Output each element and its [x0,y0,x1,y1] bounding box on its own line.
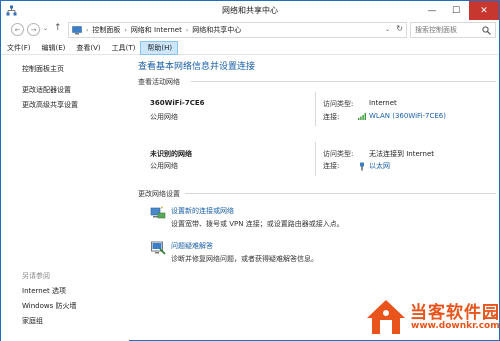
search-icon[interactable] [482,26,491,35]
forward-button[interactable]: → [27,23,40,36]
sidebar-link-control-panel-home[interactable]: 控制面板主页 [22,64,64,74]
address-dropdown-icon[interactable]: ⌄ [385,26,390,33]
wifi-signal-icon [358,112,366,120]
network-category[interactable]: 公用网络 [150,161,178,171]
up-button[interactable]: ↑ [54,23,62,33]
network-name: 360WiFi-7CE6 [150,99,205,107]
sidebar-link-internet-options[interactable]: Internet 选项 [22,286,66,296]
title-bar: 网络和共享中心 — ☐ ✕ [1,1,499,20]
breadcrumb-control-panel[interactable]: 控制面板 [92,25,120,35]
section-divider [191,81,496,82]
section-divider [185,193,496,194]
network-divider [315,142,316,176]
menu-tools[interactable]: 工具(T) [106,41,141,55]
watermark-url: www.downkr.com [411,321,500,331]
close-button[interactable]: ✕ [469,1,499,20]
access-type-label: 访问类型: [323,150,354,158]
see-also-heading: 另请参阅 [22,272,50,280]
breadcrumb-sharing-center[interactable]: 网络和共享中心 [192,25,241,35]
setup-connection-description: 设置宽带、拨号或 VPN 连接；或设置路由器或接入点。 [171,220,344,228]
search-input[interactable] [415,26,481,34]
setup-connection-link[interactable]: 设置新的连接或网络 [171,206,234,216]
breadcrumb[interactable]: › 控制面板 › 网络和 Internet › 网络和共享中心 ⌄ ↻ [68,22,407,38]
refresh-icon[interactable]: ↻ [396,24,403,33]
ethernet-icon [360,162,364,170]
new-connection-icon[interactable] [150,205,166,221]
connection-link-wlan-label[interactable]: WLAN (360WiFi-7CE6) [369,112,446,120]
connection-link-ethernet-label[interactable]: 以太网 [369,161,390,171]
watermark: 当客软件园 www.downkr.com [361,294,500,340]
sidebar-link-windows-firewall[interactable]: Windows 防火墙 [22,301,76,311]
access-type-value: Internet [369,99,397,107]
network-name: 未识别的网络 [150,150,192,158]
network-category[interactable]: 公用网络 [150,112,178,122]
access-type-label: 访问类型: [323,100,354,108]
active-networks-heading: 查看活动网络 [138,78,180,86]
menu-bar: 文件(F) 编辑(E) 查看(V) 工具(T) 帮助(H) [1,41,499,55]
menu-view[interactable]: 查看(V) [70,41,105,55]
search-box[interactable] [410,22,496,38]
sidebar-link-advanced-sharing[interactable]: 更改高级共享设置 [22,100,78,110]
back-button[interactable]: ← [11,23,24,36]
connection-link-ethernet[interactable]: 以太网 [358,161,390,171]
window: 网络和共享中心 — ☐ ✕ ← → ⌄ ↑ › 控制面板 › 网络和 Inter… [0,0,500,341]
connection-link-wlan[interactable]: WLAN (360WiFi-7CE6) [358,112,446,120]
troubleshoot-description: 诊断并修复网络问题，或者获得疑难解答信息。 [171,255,318,263]
change-settings-heading: 更改网络设置 [138,190,180,198]
maximize-button[interactable]: ☐ [445,1,467,20]
recent-locations-dropdown[interactable]: ⌄ [43,25,48,32]
left-panel: 控制面板主页 更改适配器设置 更改高级共享设置 另请参阅 Internet 选项… [1,56,129,341]
connection-label: 连接: [323,113,340,121]
address-bar: ← → ⌄ ↑ › 控制面板 › 网络和 Internet › 网络和共享中心 … [1,20,499,41]
page-title: 查看基本网络信息并设置连接 [138,62,256,72]
troubleshoot-icon[interactable] [150,240,166,256]
menu-file[interactable]: 文件(F) [1,41,36,55]
connection-label: 连接: [323,162,340,170]
watermark-text: 当客软件园 [410,303,500,323]
breadcrumb-separator: › [124,26,127,34]
minimize-button[interactable]: — [421,1,443,20]
menu-edit[interactable]: 编辑(E) [36,41,71,55]
menu-help[interactable]: 帮助(H) [140,41,179,55]
network-divider [315,92,316,126]
house-logo-icon [367,300,405,334]
breadcrumb-separator: › [86,26,89,34]
sidebar-link-homegroup[interactable]: 家庭组 [22,316,43,326]
troubleshoot-link[interactable]: 问题疑难解答 [171,241,213,251]
sidebar-link-adapter-settings[interactable]: 更改适配器设置 [22,85,71,95]
breadcrumb-separator: › [185,26,189,34]
breadcrumb-network-internet[interactable]: 网络和 Internet [131,25,182,35]
control-panel-icon [72,25,82,34]
access-type-value: 无法连接到 Internet [369,150,435,158]
